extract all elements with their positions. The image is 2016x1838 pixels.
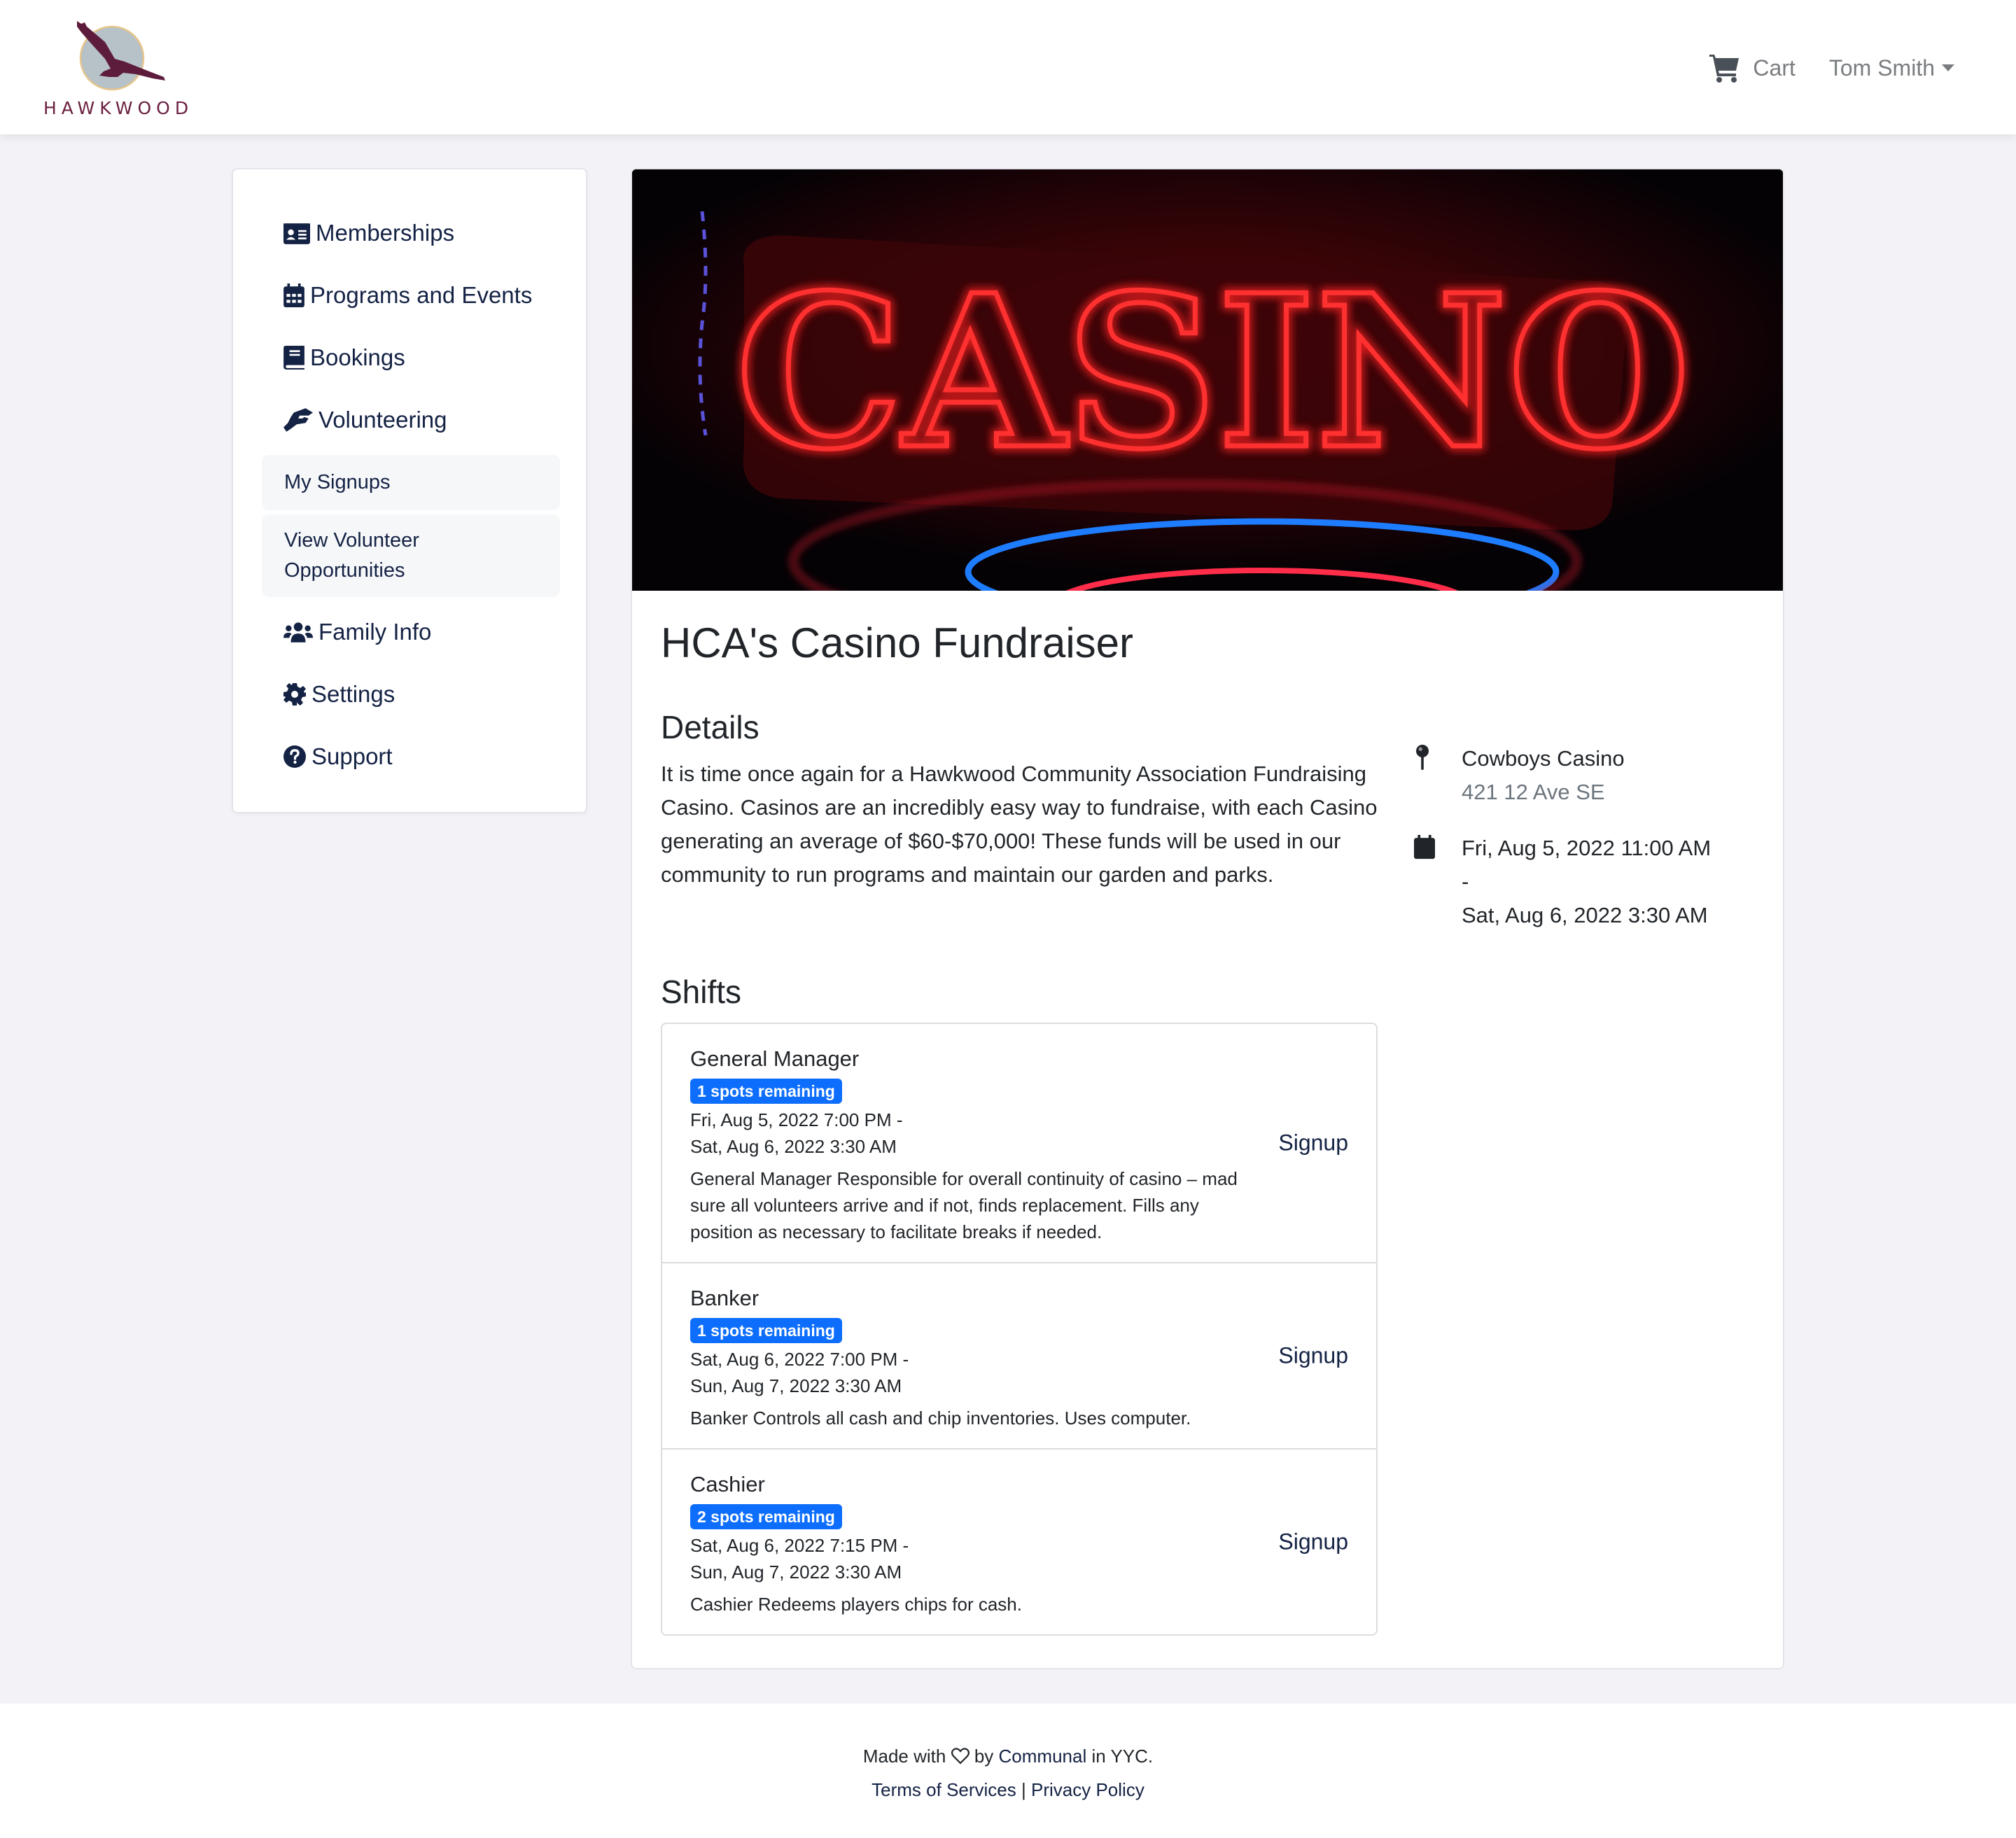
sidebar: Memberships Programs and Events Bookings… — [232, 168, 587, 813]
sidebar-item-memberships[interactable]: Memberships — [284, 216, 454, 251]
user-menu-dropdown[interactable]: Tom Smith — [1829, 55, 1954, 81]
signup-button[interactable]: Signup — [1278, 1529, 1348, 1555]
footer-divider: | — [1021, 1779, 1026, 1800]
cart-link[interactable]: Cart — [1708, 52, 1795, 83]
communal-link[interactable]: Communal — [999, 1746, 1087, 1767]
sidebar-item-settings[interactable]: Settings — [284, 677, 395, 712]
footer-credit: Made with by Communal in YYC. — [0, 1746, 2016, 1767]
shift-start: Sat, Aug 6, 2022 7:00 PM - — [690, 1349, 909, 1370]
cart-icon — [1709, 55, 1740, 83]
footer-links: Terms of Services | Privacy Policy — [0, 1779, 2016, 1801]
book-icon — [284, 346, 304, 370]
cart-label: Cart — [1753, 55, 1795, 80]
sidebar-item-label: Volunteering — [318, 407, 447, 433]
top-navbar: HAWKWOOD Cart Tom Smith — [0, 0, 2016, 134]
event-description: It is time once again for a Hawkwood Com… — [661, 762, 1378, 887]
id-card-icon — [284, 221, 310, 245]
users-icon — [284, 620, 313, 644]
question-circle-icon — [284, 745, 306, 769]
shift-item: Cashier 2 spots remaining Sat, Aug 6, 20… — [662, 1450, 1376, 1634]
details-heading: Details — [661, 709, 760, 745]
sidebar-item-family-info[interactable]: Family Info — [284, 615, 431, 650]
sidebar-item-label: Support — [312, 743, 393, 769]
signup-button[interactable]: Signup — [1278, 1130, 1348, 1156]
footer-location: in YYC. — [1091, 1746, 1154, 1767]
event-date-separator: - — [1462, 869, 1469, 894]
sidebar-subitem-view-volunteer-opportunities[interactable]: View Volunteer Opportunities — [262, 514, 560, 597]
event-start: Fri, Aug 5, 2022 11:00 AM — [1462, 836, 1712, 860]
spots-remaining-badge: 1 spots remaining — [690, 1318, 842, 1343]
shift-description: Cashier Redeems players chips for cash. — [690, 1594, 1022, 1615]
user-name: Tom Smith — [1828, 55, 1935, 80]
shift-start: Fri, Aug 5, 2022 7:00 PM - — [690, 1109, 903, 1130]
shift-name: Cashier — [690, 1472, 765, 1496]
heart-icon — [951, 1748, 969, 1765]
spots-remaining-badge: 1 spots remaining — [690, 1079, 842, 1104]
shift-item: Banker 1 spots remaining Sat, Aug 6, 202… — [662, 1263, 1376, 1450]
terms-link[interactable]: Terms of Services — [872, 1779, 1016, 1800]
event-banner-image: CASINO CASINO — [632, 169, 1783, 591]
shifts-list: General Manager 1 spots remaining Fri, A… — [661, 1023, 1378, 1636]
event-card: CASINO CASINO HCA's Casino Fundraiser De… — [631, 168, 1784, 1669]
map-pin-icon — [1414, 745, 1431, 770]
privacy-link[interactable]: Privacy Policy — [1031, 1779, 1144, 1800]
shift-description: Banker Controls all cash and chip invent… — [690, 1408, 1191, 1429]
footer-by: by — [974, 1746, 994, 1767]
signup-button[interactable]: Signup — [1278, 1343, 1348, 1369]
location-address: 421 12 Ave SE — [1462, 780, 1605, 804]
shifts-heading: Shifts — [661, 974, 742, 1010]
gear-icon — [284, 682, 306, 706]
event-end: Sat, Aug 6, 2022 3:30 AM — [1462, 903, 1708, 927]
footer: Made with by Communal in YYC. Terms of S… — [0, 1704, 2016, 1838]
shift-item: General Manager 1 spots remaining Fri, A… — [662, 1024, 1376, 1263]
calendar-icon — [1414, 834, 1435, 860]
sidebar-item-label: Family Info — [318, 619, 432, 645]
sidebar-item-label: Settings — [312, 681, 396, 707]
shift-name: General Manager — [690, 1046, 860, 1071]
shift-end: Sat, Aug 6, 2022 3:30 AM — [690, 1136, 897, 1157]
sidebar-item-support[interactable]: Support — [284, 739, 393, 774]
banner-neon-text: CASINO — [736, 248, 1690, 496]
sidebar-item-volunteering[interactable]: Volunteering — [284, 402, 447, 437]
shift-name: Banker — [690, 1286, 760, 1310]
shift-description: General Manager Responsible for overall … — [690, 1168, 1238, 1242]
hands-helping-icon — [284, 408, 313, 432]
sidebar-item-label: Bookings — [310, 344, 405, 370]
shift-end: Sun, Aug 7, 2022 3:30 AM — [690, 1562, 902, 1583]
location-name: Cowboys Casino — [1462, 746, 1625, 771]
sidebar-subitem-my-signups[interactable]: My Signups — [262, 455, 560, 510]
caret-down-icon — [1942, 64, 1954, 71]
footer-made-with: Made with — [862, 1746, 946, 1767]
shift-start: Sat, Aug 6, 2022 7:15 PM - — [690, 1535, 909, 1556]
shift-end: Sun, Aug 7, 2022 3:30 AM — [690, 1375, 902, 1396]
event-title: HCA's Casino Fundraiser — [661, 619, 1134, 666]
sidebar-item-label: Programs and Events — [310, 282, 533, 308]
sidebar-item-label: Memberships — [316, 220, 455, 246]
spots-remaining-badge: 2 spots remaining — [690, 1504, 842, 1529]
logo-wordmark: HAWKWOOD — [43, 98, 194, 118]
sidebar-item-programs-and-events[interactable]: Programs and Events — [284, 278, 532, 313]
calendar-icon — [284, 283, 304, 307]
sidebar-item-bookings[interactable]: Bookings — [284, 340, 405, 375]
